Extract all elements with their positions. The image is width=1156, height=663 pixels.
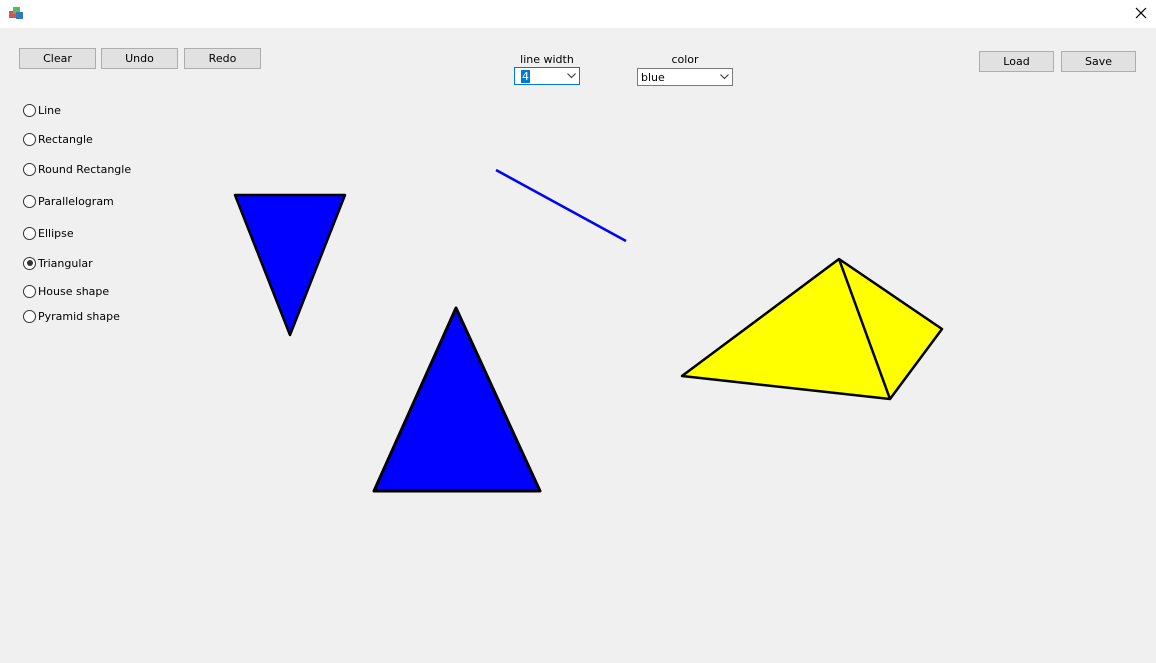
- chevron-down-icon: [563, 68, 579, 84]
- drawing-canvas[interactable]: [0, 0, 1156, 663]
- drawn-triangle-down: [233, 193, 347, 337]
- load-button[interactable]: Load: [979, 51, 1054, 72]
- redo-button[interactable]: Redo: [184, 48, 261, 69]
- radio-label: Triangular: [38, 256, 93, 270]
- radio-ellipse[interactable]: Ellipse: [23, 225, 74, 241]
- color-select[interactable]: blue: [637, 68, 733, 86]
- radio-label: Pyramid shape: [38, 309, 120, 323]
- radio-parallelogram[interactable]: Parallelogram: [23, 193, 114, 209]
- chevron-down-icon: [716, 69, 732, 85]
- radio-label: Ellipse: [38, 226, 74, 240]
- drawn-pyramid: [680, 257, 944, 401]
- radio-circle[interactable]: [23, 226, 36, 240]
- clear-button[interactable]: Clear: [19, 48, 96, 69]
- radio-circle[interactable]: [23, 194, 36, 208]
- radio-pyramid-shape[interactable]: Pyramid shape: [23, 308, 120, 324]
- radio-triangular[interactable]: Triangular: [23, 255, 93, 271]
- radio-line[interactable]: Line: [23, 102, 61, 118]
- radio-label: Line: [38, 103, 61, 117]
- color-label: color: [671, 53, 699, 66]
- line-width-value: 4: [521, 69, 530, 83]
- radio-label: Round Rectangle: [38, 162, 132, 176]
- radio-circle[interactable]: [23, 309, 36, 323]
- undo-button[interactable]: Undo: [101, 48, 178, 69]
- radio-circle[interactable]: [23, 162, 36, 176]
- line-width-label: line width: [520, 53, 574, 66]
- close-button[interactable]: [1126, 0, 1156, 26]
- radio-round-rectangle[interactable]: Round Rectangle: [23, 161, 131, 177]
- radio-label: House shape: [38, 284, 110, 298]
- save-button[interactable]: Save: [1061, 51, 1136, 72]
- radio-label: Parallelogram: [38, 194, 114, 208]
- close-icon: [1135, 7, 1147, 19]
- line-width-select[interactable]: 4: [514, 67, 580, 85]
- radio-circle[interactable]: [23, 132, 36, 146]
- radio-circle[interactable]: [23, 284, 36, 298]
- radio-house-shape[interactable]: House shape: [23, 283, 109, 299]
- radio-circle[interactable]: [23, 103, 36, 117]
- drawn-triangle-up: [372, 306, 542, 493]
- color-value: blue: [641, 70, 665, 84]
- radio-circle-checked[interactable]: [23, 256, 36, 270]
- title-bar: [0, 0, 1156, 28]
- radio-rectangle[interactable]: Rectangle: [23, 131, 93, 147]
- app-icon: [9, 7, 23, 19]
- drawn-line: [495, 168, 627, 243]
- radio-label: Rectangle: [38, 132, 93, 146]
